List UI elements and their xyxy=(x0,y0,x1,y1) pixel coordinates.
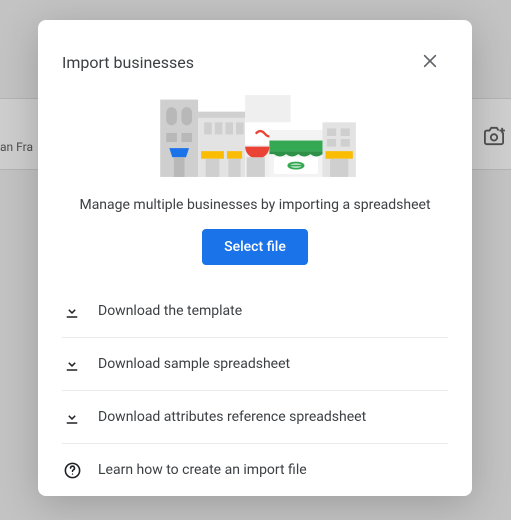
close-icon xyxy=(422,53,438,72)
dialog-subtitle: Manage multiple businesses by importing … xyxy=(62,197,448,213)
download-attributes-link[interactable]: Download attributes reference spreadshee… xyxy=(62,391,448,444)
download-sample-link[interactable]: Download sample spreadsheet xyxy=(62,338,448,391)
learn-how-link[interactable]: Learn how to create an import file xyxy=(62,444,448,496)
dialog-header: Import businesses xyxy=(62,44,448,80)
link-label: Download sample spreadsheet xyxy=(98,356,290,372)
link-label: Learn how to create an import file xyxy=(98,462,307,478)
download-template-link[interactable]: Download the template xyxy=(62,285,448,338)
select-file-button[interactable]: Select file xyxy=(202,229,308,265)
link-label: Download attributes reference spreadshee… xyxy=(98,409,366,425)
link-label: Download the template xyxy=(98,303,242,319)
help-icon xyxy=(62,460,82,480)
download-icon xyxy=(62,301,82,321)
storefront-illustration xyxy=(120,92,390,183)
close-button[interactable] xyxy=(412,44,448,80)
link-list: Download the template Download sample sp… xyxy=(62,285,448,496)
dialog-title: Import businesses xyxy=(62,53,194,72)
import-businesses-dialog: Import businesses xyxy=(38,20,472,496)
download-icon xyxy=(62,407,82,427)
download-icon xyxy=(62,354,82,374)
